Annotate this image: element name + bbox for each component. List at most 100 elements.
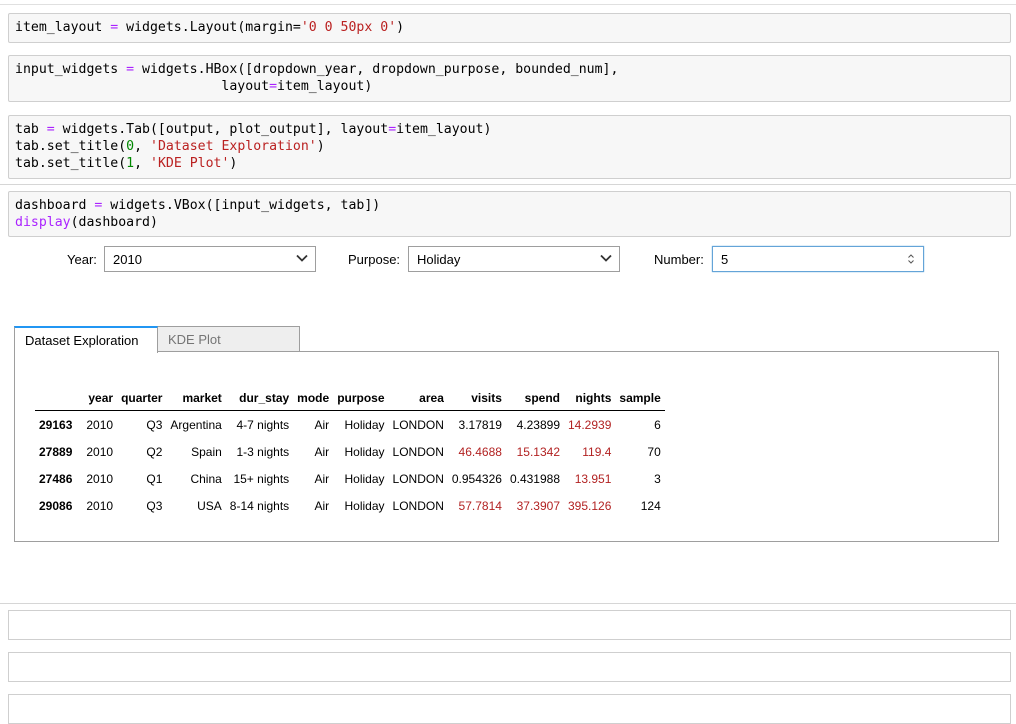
tab-dataset-exploration[interactable]: Dataset Exploration [14, 326, 158, 353]
code-token: dashboard [15, 198, 95, 213]
year-dropdown[interactable]: 2010 [104, 246, 316, 272]
code-token: 1 [126, 156, 135, 171]
notebook-top-border [0, 4, 1016, 5]
code-cell-dashboard[interactable]: dashboard = widgets.VBox([input_widgets,… [8, 191, 1011, 237]
code-token: 'Dataset Exploration' [150, 139, 317, 154]
row-index: 29086 [39, 498, 73, 513]
chevron-down-icon [296, 254, 308, 262]
column-header: purpose [333, 388, 389, 411]
code-token: ) [229, 156, 238, 171]
code-token: 0 [126, 139, 135, 154]
code-cell-tab[interactable]: tab = widgets.Tab([output, plot_output],… [8, 115, 1011, 179]
table-cell-mode: Air [314, 471, 330, 486]
number-input[interactable]: 5 [712, 246, 924, 272]
purpose-dropdown[interactable]: Holiday [408, 246, 620, 272]
code-token: = [46, 122, 55, 137]
empty-code-cell[interactable] [8, 652, 1011, 682]
table-cell-nights: 13.951 [574, 471, 612, 486]
table-cell-year: 2010 [86, 471, 114, 486]
code-editor[interactable]: tab = widgets.Tab([output, plot_output],… [9, 116, 1010, 177]
table-cell-quarter: Q2 [146, 444, 163, 459]
table-cell-dur_stay: 8-14 nights [229, 498, 290, 513]
table-row: 29163 2010 Q3 Argentina 4-7 nights Air Holiday… [35, 411, 665, 439]
table-cell-area: LONDON [392, 417, 444, 432]
chevron-down-icon [600, 254, 612, 262]
column-header: spend [505, 388, 564, 411]
table-cell-area: LONDON [392, 498, 444, 513]
code-token: item_layout) [277, 79, 373, 94]
table-cell-nights: 119.4 [582, 444, 612, 459]
table-cell-spend: 0.431988 [509, 471, 560, 486]
table-row: 27486 2010 Q1 China 15+ nights Air Holiday LOND… [35, 465, 665, 492]
empty-code-cell[interactable] [8, 610, 1011, 640]
column-header: nights [564, 388, 616, 411]
code-token: display [15, 215, 71, 230]
dataframe-table: year quarter market dur_stay mode purpos… [35, 388, 665, 519]
year-dropdown-value: 2010 [113, 252, 142, 267]
number-label: Number: [654, 252, 704, 267]
table-cell-year: 2010 [86, 417, 114, 432]
code-token: tab.set_title( [15, 156, 127, 171]
code-cell-input-widgets[interactable]: input_widgets = widgets.HBox([dropdown_y… [8, 55, 1011, 102]
code-token: item_layout [15, 20, 111, 35]
table-cell-quarter: Q3 [146, 498, 163, 513]
code-token: '0 0 50px 0' [300, 20, 397, 35]
code-token: layout [15, 79, 270, 94]
code-editor[interactable]: item_layout = widgets.Layout(margin='0 0… [9, 14, 1010, 41]
table-cell-area: LONDON [392, 444, 444, 459]
table-cell-year: 2010 [86, 444, 114, 459]
table-cell-visits: 46.4688 [458, 444, 502, 459]
code-token: = [388, 122, 397, 137]
code-token: widgets.Tab([output, plot_output], layou… [54, 122, 389, 137]
table-cell-area: LONDON [392, 471, 444, 486]
column-header: sample [615, 388, 665, 411]
table-cell-purpose: Holiday [344, 417, 385, 432]
code-token: (dashboard) [70, 215, 158, 230]
empty-code-cell[interactable] [8, 694, 1011, 724]
column-header: visits [447, 388, 506, 411]
column-header: market [166, 388, 226, 411]
tab-kde-plot[interactable]: KDE Plot [157, 326, 300, 352]
table-cell-mode: Air [314, 498, 330, 513]
code-token: , [134, 156, 150, 171]
cell-separator [0, 184, 1016, 185]
column-header: year [82, 388, 118, 411]
table-header-row: year quarter market dur_stay mode purpos… [35, 388, 665, 411]
table-cell-sample: 3 [654, 471, 661, 486]
table-cell-market: Spain [191, 444, 222, 459]
year-label: Year: [67, 252, 97, 267]
code-editor[interactable]: dashboard = widgets.VBox([input_widgets,… [9, 192, 1010, 236]
table-cell-purpose: Holiday [344, 471, 385, 486]
cell-separator [0, 603, 1016, 604]
code-token: widgets.VBox([input_widgets, tab]) [102, 198, 381, 213]
row-index: 27889 [39, 444, 73, 459]
code-token: 'KDE Plot' [150, 156, 230, 171]
table-cell-dur_stay: 4-7 nights [236, 417, 290, 432]
table-cell-nights: 14.2939 [568, 417, 612, 432]
purpose-dropdown-value: Holiday [417, 252, 461, 267]
code-token: , [134, 139, 150, 154]
table-row: 27889 2010 Q2 Spain 1-3 nights Air Holiday LOND… [35, 438, 665, 465]
code-token: widgets.Layout(margin= [118, 20, 301, 35]
code-token: = [126, 62, 135, 77]
table-cell-nights: 395.126 [568, 498, 612, 513]
code-token: = [269, 79, 278, 94]
row-index: 27486 [39, 471, 73, 486]
index-header [35, 388, 83, 411]
table-cell-sample: 6 [654, 417, 661, 432]
code-token: widgets.HBox([dropdown_year, dropdown_pu… [134, 62, 619, 77]
code-editor[interactable]: input_widgets = widgets.HBox([dropdown_y… [9, 56, 1010, 100]
purpose-label: Purpose: [348, 252, 401, 267]
stepper-arrows-icon[interactable] [907, 253, 915, 265]
table-cell-visits: 57.7814 [458, 498, 502, 513]
table-cell-year: 2010 [86, 498, 114, 513]
code-token: ) [316, 139, 325, 154]
table-cell-spend: 15.1342 [516, 444, 560, 459]
code-token: ) [396, 20, 405, 35]
column-header: mode [293, 388, 334, 411]
table-row: 29086 2010 Q3 USA 8-14 nights Air Holiday LONDO… [35, 492, 665, 519]
code-cell-item-layout[interactable]: item_layout = widgets.Layout(margin='0 0… [8, 13, 1011, 43]
column-header: dur_stay [225, 388, 294, 411]
table-cell-sample: 124 [640, 498, 661, 513]
table-cell-quarter: Q3 [146, 417, 163, 432]
